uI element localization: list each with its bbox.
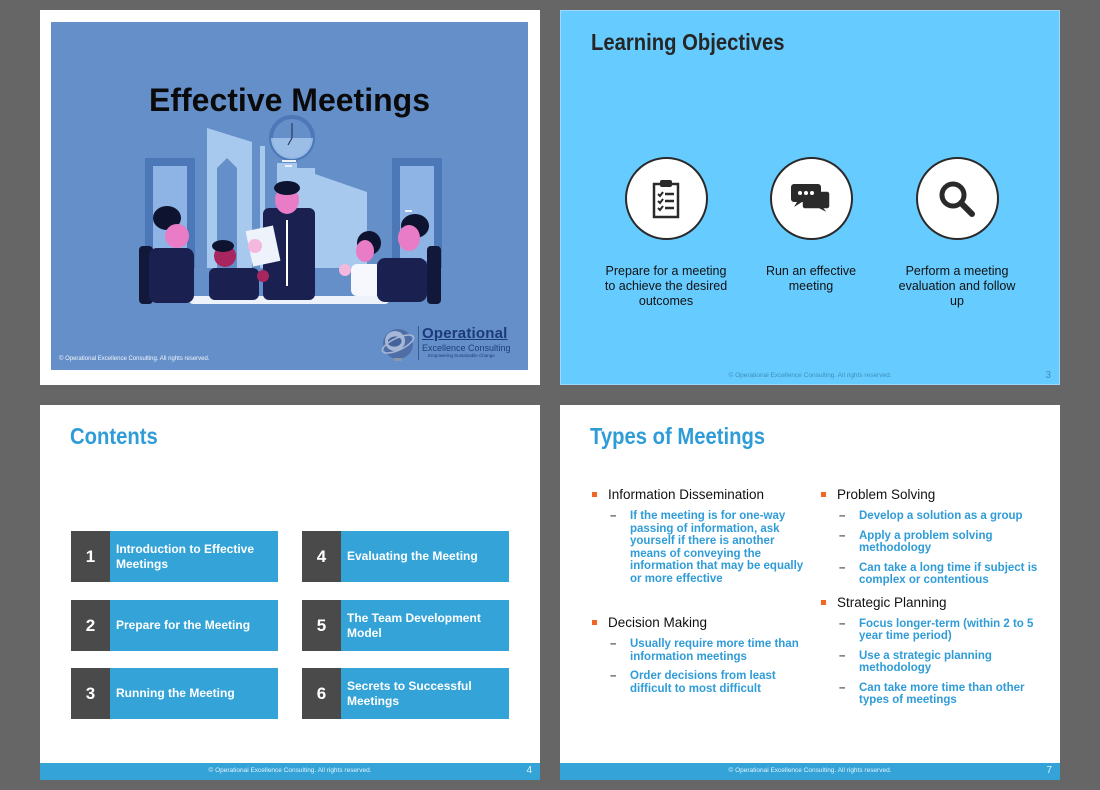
bullet-group: Strategic Planning Focus longer-term (wi…	[819, 595, 1044, 707]
logo-subtitle: Excellence Consulting	[422, 343, 511, 353]
copyright-text: © Operational Excellence Consulting. All…	[728, 767, 892, 774]
item-number: 1	[71, 531, 110, 582]
bullet-group: Problem Solving Develop a solution as a …	[819, 487, 1044, 587]
sub-bullet: Usually require more time than informati…	[590, 638, 805, 663]
objective-item: Perform a meeting evaluation and follow …	[892, 157, 1022, 309]
page-number: 3	[1045, 370, 1051, 381]
clipboard-checklist-icon	[652, 179, 680, 218]
footer-bar: © Operational Excellence Consulting. All…	[560, 763, 1060, 780]
sub-bullet: Can take more time than other types of m…	[819, 682, 1044, 707]
slide-title: Learning Objectives	[591, 29, 785, 55]
left-column: Information Dissemination If the meeting…	[590, 487, 805, 713]
title-slide-background: Effective Meetings © Operational Excelle…	[51, 22, 528, 370]
logo-name: Operational	[422, 325, 508, 342]
item-label: Introduction to Effective Meetings	[116, 541, 254, 571]
copyright-text: © Operational Excellence Consulting. All…	[728, 372, 892, 379]
objective-label: Prepare for a meeting to achieve the des…	[604, 264, 728, 308]
slide-title: Types of Meetings	[590, 423, 766, 449]
sub-bullet: Focus longer-term (within 2 to 5 year ti…	[819, 618, 1044, 643]
item-label: Secrets to Successful Meetings	[347, 678, 472, 708]
contents-item[interactable]: 2 Prepare for the Meeting	[71, 600, 278, 651]
objective-label: Run an effective meeting	[765, 264, 857, 293]
objective-item: Run an effective meeting	[746, 157, 876, 294]
sub-bullet: Apply a problem solving methodology	[819, 530, 1044, 555]
sub-bullet: Develop a solution as a group	[819, 510, 1044, 523]
item-number: 6	[302, 668, 341, 719]
contents-item[interactable]: 6 Secrets to Successful Meetings	[302, 668, 509, 719]
contents-item[interactable]: 5 The Team Development Model	[302, 600, 509, 651]
sub-bullet: Use a strategic planning methodology	[819, 650, 1044, 675]
objective-circle	[915, 157, 999, 240]
globe-icon	[381, 329, 415, 361]
bullet-heading: Information Dissemination	[590, 487, 805, 503]
objective-label: Perform a meeting evaluation and follow …	[898, 264, 1016, 308]
item-number: 3	[71, 668, 110, 719]
bullet-group: Decision Making Usually require more tim…	[590, 615, 805, 695]
item-label: Running the Meeting	[116, 686, 235, 700]
slide-thumbnail-title[interactable]: Effective Meetings © Operational Excelle…	[40, 10, 540, 385]
objective-circle	[624, 157, 708, 240]
page-number: 4	[526, 765, 532, 776]
sub-bullet: If the meeting is for one-way passing of…	[590, 510, 805, 585]
item-label: Evaluating the Meeting	[347, 549, 478, 563]
item-number: 5	[302, 600, 341, 651]
slide-thumbnail-learning-objectives[interactable]: Learning Objectives Prepare for a meetin…	[560, 10, 1060, 385]
slide-title: Contents	[70, 423, 158, 449]
slide-thumbnail-types-of-meetings[interactable]: Types of Meetings Information Disseminat…	[560, 405, 1060, 780]
bullet-heading: Problem Solving	[819, 487, 1044, 503]
footer-bar: © Operational Excellence Consulting. All…	[40, 763, 540, 780]
chat-bubbles-icon	[791, 183, 831, 215]
objective-circle	[769, 157, 853, 240]
page-number: 7	[1046, 765, 1052, 776]
magnifier-icon	[939, 181, 975, 217]
bullet-heading: Decision Making	[590, 615, 805, 631]
sub-bullet: Order decisions from least difficult to …	[590, 670, 805, 695]
right-column: Problem Solving Develop a solution as a …	[819, 487, 1044, 725]
contents-item[interactable]: 3 Running the Meeting	[71, 668, 278, 719]
objective-item: Prepare for a meeting to achieve the des…	[601, 157, 731, 309]
company-logo: Operational Excellence Consulting Empowe…	[376, 322, 516, 366]
contents-item[interactable]: 1 Introduction to Effective Meetings	[71, 531, 278, 582]
logo-tagline: Empowering Sustainable Change	[428, 353, 495, 358]
copyright-text: © Operational Excellence Consulting. All…	[208, 767, 372, 774]
item-label: The Team Development Model	[347, 610, 481, 640]
bullet-group: Information Dissemination If the meeting…	[590, 487, 805, 585]
meeting-illustration	[139, 115, 442, 304]
item-label: Prepare for the Meeting	[116, 618, 251, 632]
bullet-heading: Strategic Planning	[819, 595, 1044, 611]
sub-bullet: Can take a long time if subject is compl…	[819, 562, 1044, 587]
item-number: 4	[302, 531, 341, 582]
contents-item[interactable]: 4 Evaluating the Meeting	[302, 531, 509, 582]
copyright-text: © Operational Excellence Consulting. All…	[59, 356, 210, 362]
item-number: 2	[71, 600, 110, 651]
slide-thumbnail-contents[interactable]: Contents 1 Introduction to Effective Mee…	[40, 405, 540, 780]
slide-sorter-view: Effective Meetings © Operational Excelle…	[0, 0, 1100, 790]
